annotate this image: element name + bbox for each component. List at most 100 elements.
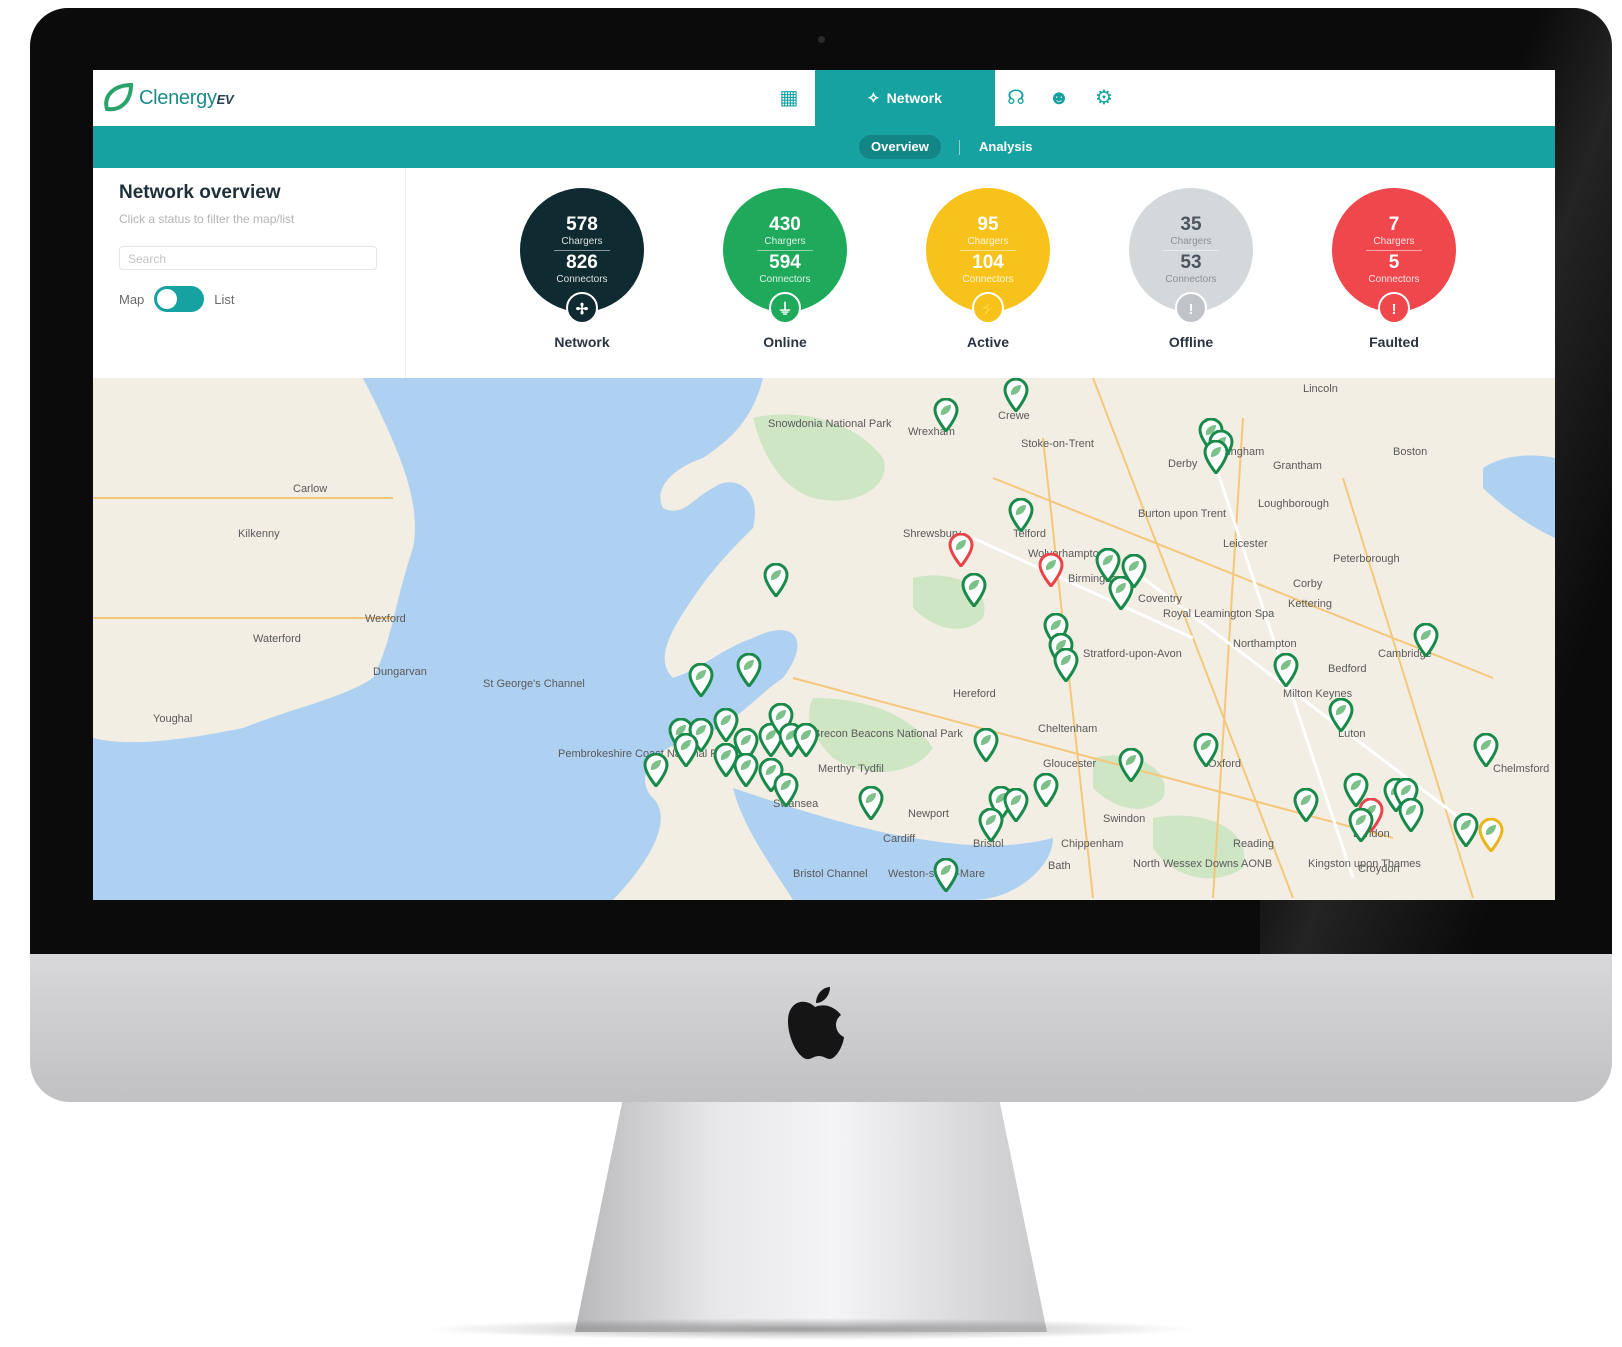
tab-overview[interactable]: Overview [859, 135, 941, 159]
status-active[interactable]: 95 Chargers 104 Connectors ⚡ Active [926, 188, 1050, 350]
status-circle[interactable]: 7 Chargers 5 Connectors! [1332, 188, 1456, 324]
charger-pin-online[interactable] [1193, 733, 1219, 767]
charger-pin-online[interactable] [1108, 576, 1134, 610]
map-place-label: Bath [1048, 860, 1071, 872]
map-place-label: Wexford [365, 613, 406, 625]
charger-pin-online[interactable] [1273, 653, 1299, 687]
connectors-label: Connectors [962, 274, 1014, 285]
chargers-label: Chargers [1373, 236, 1415, 247]
charger-pin-faulted[interactable] [948, 533, 974, 567]
map-view[interactable]: Snowdonia National Park Stoke-on-Trent Der… [93, 378, 1555, 900]
toggle-map-label: Map [119, 291, 145, 307]
connectors-count: 826 [566, 252, 598, 273]
status-faulted[interactable]: 7 Chargers 5 Connectors! Faulted [1332, 188, 1456, 350]
charger-pin-online[interactable] [1398, 798, 1424, 832]
charger-pin-active[interactable] [1478, 818, 1504, 852]
chargers-count: 95 [977, 214, 999, 235]
charger-pin-online[interactable] [763, 563, 789, 597]
support-icon[interactable]: ☊ [1003, 86, 1029, 110]
monitor-stand [575, 1102, 1047, 1332]
apple-logo-icon [787, 987, 844, 1060]
divider [554, 250, 610, 251]
exclamation-icon: ! [1175, 292, 1207, 324]
app-screen: ClenergyEV ▦ ⟡ Network ☊ ☻ ⚙ Overview An… [93, 70, 1555, 900]
charger-pin-online[interactable] [1203, 440, 1229, 474]
tab-analysis[interactable]: Analysis [967, 135, 1044, 159]
search-input[interactable]: Search [119, 246, 377, 270]
map-place-label: Youghal [153, 713, 193, 725]
map-place-label: Grantham [1273, 460, 1322, 472]
status-online[interactable]: 430 Chargers 594 Connectors ⏚ Online [723, 188, 847, 350]
charger-pin-online[interactable] [1053, 648, 1079, 682]
charger-pin-online[interactable] [1348, 808, 1374, 842]
charger-pin-online[interactable] [1003, 378, 1029, 412]
network-overview-panel: Network overview Click a status to filte… [93, 168, 406, 378]
map-place-label: Kettering [1288, 598, 1333, 610]
charger-pin-online[interactable] [1118, 748, 1144, 782]
divider [960, 250, 1016, 251]
charger-pin-online[interactable] [858, 786, 884, 820]
charger-pin-online[interactable] [688, 663, 714, 697]
tab-network[interactable]: ⟡ Network [815, 70, 995, 126]
charger-pin-online[interactable] [1293, 788, 1319, 822]
charger-pin-online[interactable] [978, 808, 1004, 842]
charger-pin-online[interactable] [933, 398, 959, 432]
charger-pin-online[interactable] [793, 723, 819, 757]
map-place-label: Gloucester [1043, 758, 1097, 770]
map-place-label: Stoke-on-Trent [1021, 438, 1094, 450]
charger-pin-online[interactable] [1008, 498, 1034, 532]
status-circle[interactable]: 95 Chargers 104 Connectors ⚡ [926, 188, 1050, 324]
connectors-count: 5 [1388, 252, 1400, 273]
brand-logo[interactable]: ClenergyEV [101, 80, 234, 116]
status-label: Offline [1168, 334, 1214, 350]
charger-pin-online[interactable] [961, 573, 987, 607]
settings-icon[interactable]: ⚙ [1091, 86, 1117, 110]
charger-pin-online[interactable] [773, 773, 799, 807]
view-toggle-row: Map List [119, 286, 235, 312]
chargers-label: Chargers [1170, 236, 1212, 247]
status-circle[interactable]: 578 Chargers 826 Connectors ✢ [520, 188, 644, 324]
map-place-label: Dungarvan [373, 666, 427, 678]
charger-pin-online[interactable] [1033, 773, 1059, 807]
map-place-label: Snowdonia National Park [768, 418, 892, 430]
charger-pin-online[interactable] [733, 753, 759, 787]
map-place-label: Leicester [1223, 538, 1268, 550]
divider [1163, 250, 1219, 251]
map-place-label: North Wessex Downs AONB [1133, 858, 1273, 870]
network-icon: ✢ [566, 292, 598, 324]
users-icon[interactable]: ☻ [1046, 86, 1072, 110]
status-circle[interactable]: 35 Chargers 53 Connectors! [1129, 188, 1253, 324]
status-offline[interactable]: 35 Chargers 53 Connectors! Offline [1129, 188, 1253, 350]
map-place-label: Corby [1293, 578, 1323, 590]
map-place-label: Cardiff [883, 833, 916, 845]
toggle-knob [157, 289, 178, 309]
charger-pin-online[interactable] [1413, 623, 1439, 657]
status-circle[interactable]: 430 Chargers 594 Connectors ⏚ [723, 188, 847, 324]
chargers-label: Chargers [967, 236, 1009, 247]
top-navbar: ClenergyEV ▦ ⟡ Network ☊ ☻ ⚙ [93, 70, 1555, 126]
map-place-label: Loughborough [1258, 498, 1329, 510]
charger-pin-online[interactable] [973, 728, 999, 762]
connectors-count: 53 [1180, 252, 1202, 273]
map-place-label: Kingston upon Thames [1308, 858, 1421, 870]
charger-pin-online[interactable] [643, 753, 669, 787]
status-network[interactable]: 578 Chargers 826 Connectors ✢ Network [520, 188, 644, 350]
charger-pin-online[interactable] [673, 733, 699, 767]
camera [818, 36, 825, 43]
charger-pin-online[interactable] [1473, 733, 1499, 767]
charger-pin-online[interactable] [933, 858, 959, 892]
charger-pin-online[interactable] [736, 653, 762, 687]
panel-title: Network overview [119, 182, 281, 203]
tab-network-label: Network [886, 90, 942, 106]
map-list-toggle[interactable] [154, 286, 205, 312]
charger-pin-online[interactable] [1453, 813, 1479, 847]
charger-pin-faulted[interactable] [1038, 553, 1064, 587]
grid-icon[interactable]: ▦ [776, 86, 802, 110]
map-place-label: Swindon [1103, 813, 1146, 825]
charger-pin-online[interactable] [1328, 698, 1354, 732]
map-place-label: Hereford [953, 688, 996, 700]
map-place-label: Stratford-upon-Avon [1083, 648, 1182, 660]
charger-pin-online[interactable] [1003, 788, 1029, 822]
map-background [93, 378, 1555, 900]
status-label: Active [966, 334, 1010, 350]
